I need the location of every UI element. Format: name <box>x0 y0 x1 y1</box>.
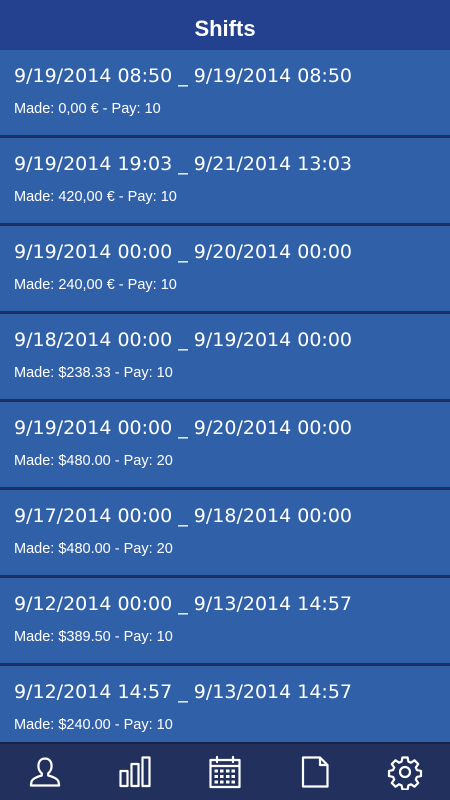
shift-earnings: Made: $238.33 - Pay: 10 <box>14 365 173 381</box>
shift-row[interactable]: 9/17/2014 00:00 _ 9/18/2014 00:00 Made: … <box>0 490 450 578</box>
shift-row[interactable]: 9/12/2014 00:00 _ 9/13/2014 14:57 Made: … <box>0 578 450 666</box>
shift-dates: 9/17/2014 00:00 _ 9/18/2014 00:00 <box>14 505 353 527</box>
shift-earnings: Made: 420,00 € - Pay: 10 <box>14 189 177 205</box>
person-icon <box>29 757 61 787</box>
tab-reports[interactable] <box>270 744 360 800</box>
shift-dates: 9/12/2014 00:00 _ 9/13/2014 14:57 <box>14 593 353 615</box>
bar-chart-icon <box>119 756 151 788</box>
shift-list[interactable]: 9/19/2014 08:50 _ 9/19/2014 08:50 Made: … <box>0 50 450 744</box>
shift-earnings: Made: 0,00 € - Pay: 10 <box>14 101 161 117</box>
title-bar: Shifts <box>0 0 450 50</box>
shift-row[interactable]: 9/19/2014 19:03 _ 9/21/2014 13:03 Made: … <box>0 138 450 226</box>
tab-settings[interactable] <box>360 744 450 800</box>
shift-dates: 9/12/2014 14:57 _ 9/13/2014 14:57 <box>14 681 353 703</box>
shift-earnings: Made: $480.00 - Pay: 20 <box>14 453 173 469</box>
document-icon <box>301 756 329 788</box>
shift-row[interactable]: 9/19/2014 08:50 _ 9/19/2014 08:50 Made: … <box>0 50 450 138</box>
page-title: Shifts <box>194 15 256 41</box>
tab-calendar[interactable] <box>180 744 270 800</box>
shift-dates: 9/18/2014 00:00 _ 9/19/2014 00:00 <box>14 329 353 351</box>
app-screen: Shifts 9/19/2014 08:50 _ 9/19/2014 08:50… <box>0 0 450 800</box>
calendar-icon <box>209 755 241 789</box>
shift-dates: 9/19/2014 08:50 _ 9/19/2014 08:50 <box>14 65 353 87</box>
shift-dates: 9/19/2014 00:00 _ 9/20/2014 00:00 <box>14 241 353 263</box>
shift-earnings: Made: $480.00 - Pay: 20 <box>14 541 173 557</box>
shift-dates: 9/19/2014 00:00 _ 9/20/2014 00:00 <box>14 417 353 439</box>
shift-dates: 9/19/2014 19:03 _ 9/21/2014 13:03 <box>14 153 353 175</box>
shift-row[interactable]: 9/12/2014 14:57 _ 9/13/2014 14:57 Made: … <box>0 666 450 744</box>
gear-icon <box>387 756 423 790</box>
shift-earnings: Made: $389.50 - Pay: 10 <box>14 629 173 645</box>
tab-statistics[interactable] <box>90 744 180 800</box>
shift-earnings: Made: $240.00 - Pay: 10 <box>14 717 173 733</box>
bottom-tab-bar <box>0 742 450 800</box>
shift-row[interactable]: 9/19/2014 00:00 _ 9/20/2014 00:00 Made: … <box>0 226 450 314</box>
shift-row[interactable]: 9/18/2014 00:00 _ 9/19/2014 00:00 Made: … <box>0 314 450 402</box>
tab-profile[interactable] <box>0 744 90 800</box>
shift-row[interactable]: 9/19/2014 00:00 _ 9/20/2014 00:00 Made: … <box>0 402 450 490</box>
shift-earnings: Made: 240,00 € - Pay: 10 <box>14 277 177 293</box>
